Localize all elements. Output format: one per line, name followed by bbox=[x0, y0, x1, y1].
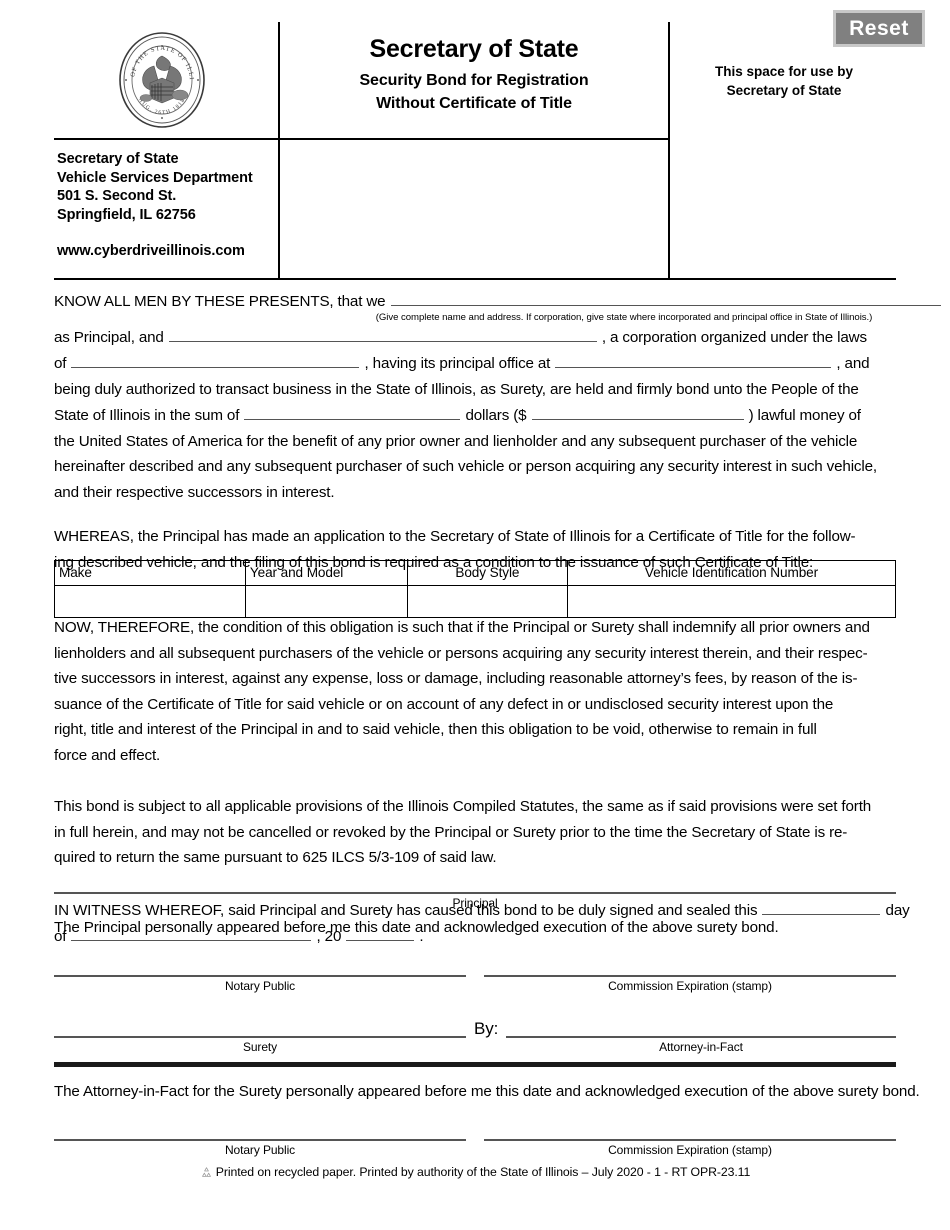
sos-space-line1: This space for use by bbox=[714, 64, 854, 79]
header-divider-middle bbox=[54, 138, 670, 140]
section-separator-bar bbox=[54, 1062, 896, 1067]
text-of: of bbox=[54, 355, 67, 372]
notary-signature-line-2[interactable] bbox=[54, 1139, 466, 1141]
page-subtitle-line2: Without Certificate of Title bbox=[376, 95, 572, 112]
page-title: Secretary of State bbox=[369, 35, 579, 63]
line-now-therefore-3: tive successors in interest, against any… bbox=[54, 670, 858, 687]
bond-amount-words-field[interactable] bbox=[244, 402, 461, 420]
incorporation-state-field[interactable] bbox=[71, 350, 360, 368]
recycle-icon bbox=[200, 1166, 213, 1182]
line-now-therefore-6: force and effect. bbox=[54, 746, 161, 764]
text-dollars: dollars ($ bbox=[465, 407, 527, 424]
principal-name-field[interactable] bbox=[390, 288, 941, 306]
attorney-in-fact-signature-line[interactable] bbox=[506, 1036, 896, 1038]
sos-space-line2: Secretary of State bbox=[726, 83, 842, 98]
cell-make[interactable] bbox=[54, 585, 246, 618]
text-know-all-men: KNOW ALL MEN BY THESE PRESENTS, that we bbox=[54, 293, 386, 310]
notary-signature-line-1[interactable] bbox=[54, 975, 466, 977]
footer: Printed on recycled paper. Printed by au… bbox=[0, 1165, 950, 1182]
text-corporation-laws: , a corporation organized under the laws bbox=[601, 328, 867, 346]
attorney-in-fact-label: Attorney-in-Fact bbox=[659, 1040, 743, 1054]
surety-corporation-field[interactable] bbox=[168, 324, 597, 342]
line-now-therefore-4: suance of the Certificate of Title for s… bbox=[54, 695, 834, 713]
address-line-4: Springfield, IL 62756 bbox=[57, 206, 196, 223]
cell-vin[interactable] bbox=[566, 585, 897, 618]
cell-year-model[interactable] bbox=[244, 585, 408, 618]
header-divider-bottom bbox=[54, 278, 896, 280]
commission-expiration-label-1: Commission Expiration (stamp) bbox=[608, 979, 772, 993]
line-bond-subject-1: This bond is subject to all applicable p… bbox=[54, 798, 872, 815]
line-as-principal: as Principal, and , a corporation organi… bbox=[54, 324, 896, 351]
footer-text: Printed on recycled paper. Printed by au… bbox=[215, 1165, 751, 1179]
agency-website: www.cyberdriveillinois.com bbox=[57, 243, 245, 259]
header-divider-right bbox=[668, 22, 670, 280]
text-and: , and bbox=[836, 355, 870, 372]
line-hereinafter: hereinafter described and any subsequent… bbox=[54, 458, 877, 475]
principal-signature-line[interactable] bbox=[54, 892, 896, 894]
paragraph-presents: KNOW ALL MEN BY THESE PRESENTS, that we … bbox=[54, 288, 941, 505]
text-principal-office-at: , having its principal office at bbox=[364, 355, 551, 372]
line-now-therefore-2: lienholders and all subsequent purchaser… bbox=[54, 644, 868, 662]
notary-label-2: Notary Public bbox=[224, 1143, 296, 1157]
page-subtitle-line1: Security Bond for Registration bbox=[359, 72, 589, 89]
document-page: Reset SEAL OF THE STATE OF ILLINOIS AUG.… bbox=[0, 0, 950, 1230]
principal-office-field[interactable] bbox=[555, 350, 832, 368]
text-as-principal: as Principal, and bbox=[54, 328, 164, 346]
line-now-therefore-1: NOW, THEREFORE, the condition of this ob… bbox=[54, 619, 870, 636]
surety-signature-line[interactable] bbox=[54, 1036, 466, 1038]
paragraph-now-therefore: NOW, THEREFORE, the condition of this ob… bbox=[54, 615, 896, 768]
address-line-2: Vehicle Services Department bbox=[57, 169, 253, 186]
form-header: SEAL OF THE STATE OF ILLINOIS AUG. 26TH … bbox=[54, 22, 896, 280]
table-row bbox=[54, 585, 897, 618]
line-bond-subject-2: in full herein, and may not be cancelled… bbox=[54, 823, 848, 841]
line-bond-subject-3: quired to return the same pursuant to 62… bbox=[54, 849, 497, 866]
principal-signature-label: Principal bbox=[452, 896, 498, 910]
principal-name-hint: (Give complete name and address. If corp… bbox=[375, 311, 873, 323]
bond-amount-numeric-field[interactable] bbox=[531, 402, 744, 420]
attorney-acknowledgement-statement: The Attorney-in-Fact for the Surety pers… bbox=[54, 1083, 920, 1100]
line-united-states: the United States of America for the ben… bbox=[54, 432, 858, 450]
table-header-row: Make Year and Model Body Style Vehicle I… bbox=[54, 560, 897, 586]
commission-expiration-line-2[interactable] bbox=[484, 1139, 896, 1141]
line-successors: and their respective successors in inter… bbox=[54, 483, 335, 501]
column-header-vin: Vehicle Identification Number bbox=[566, 560, 897, 586]
line-know-all-men: KNOW ALL MEN BY THESE PRESENTS, that we bbox=[54, 288, 941, 315]
principal-acknowledgement-statement: The Principal personally appeared before… bbox=[54, 919, 779, 936]
column-header-body-style: Body Style bbox=[406, 560, 568, 586]
line-duly-authorized: being duly authorized to transact busine… bbox=[54, 380, 859, 398]
illinois-state-seal-icon: SEAL OF THE STATE OF ILLINOIS AUG. 26TH … bbox=[110, 28, 214, 132]
commission-expiration-label-2: Commission Expiration (stamp) bbox=[608, 1143, 772, 1157]
address-line-3: 501 S. Second St. bbox=[57, 188, 177, 204]
paragraph-bond-subject: This bond is subject to all applicable p… bbox=[54, 794, 896, 871]
line-now-therefore-5: right, title and interest of the Princip… bbox=[54, 721, 817, 738]
surety-label: Surety bbox=[242, 1040, 278, 1054]
line-sum-of: State of Illinois in the sum of dollars … bbox=[54, 402, 896, 429]
column-header-make: Make bbox=[54, 560, 246, 586]
text-lawful-money: ) lawful money of bbox=[748, 407, 861, 424]
notary-label-1: Notary Public bbox=[224, 979, 296, 993]
line-state-of-incorporation: of , having its principal office at , an… bbox=[54, 350, 896, 377]
by-label: By: bbox=[474, 1019, 499, 1038]
secretary-of-state-use-space: This space for use by Secretary of State bbox=[672, 62, 896, 100]
address-line-1: Secretary of State bbox=[57, 151, 179, 167]
text-sum-of: State of Illinois in the sum of bbox=[54, 407, 240, 424]
cell-body-style[interactable] bbox=[406, 585, 568, 618]
column-header-year-model: Year and Model bbox=[244, 560, 408, 586]
agency-address-block: Secretary of State Vehicle Services Depa… bbox=[57, 150, 253, 261]
line-whereas-1: WHEREAS, the Principal has made an appli… bbox=[54, 528, 856, 545]
commission-expiration-line-1[interactable] bbox=[484, 975, 896, 977]
vehicle-description-table: Make Year and Model Body Style Vehicle I… bbox=[54, 560, 897, 618]
form-body: KNOW ALL MEN BY THESE PRESENTS, that we … bbox=[54, 288, 941, 575]
page-title-block: Secretary of State Security Bond for Reg… bbox=[280, 34, 668, 115]
